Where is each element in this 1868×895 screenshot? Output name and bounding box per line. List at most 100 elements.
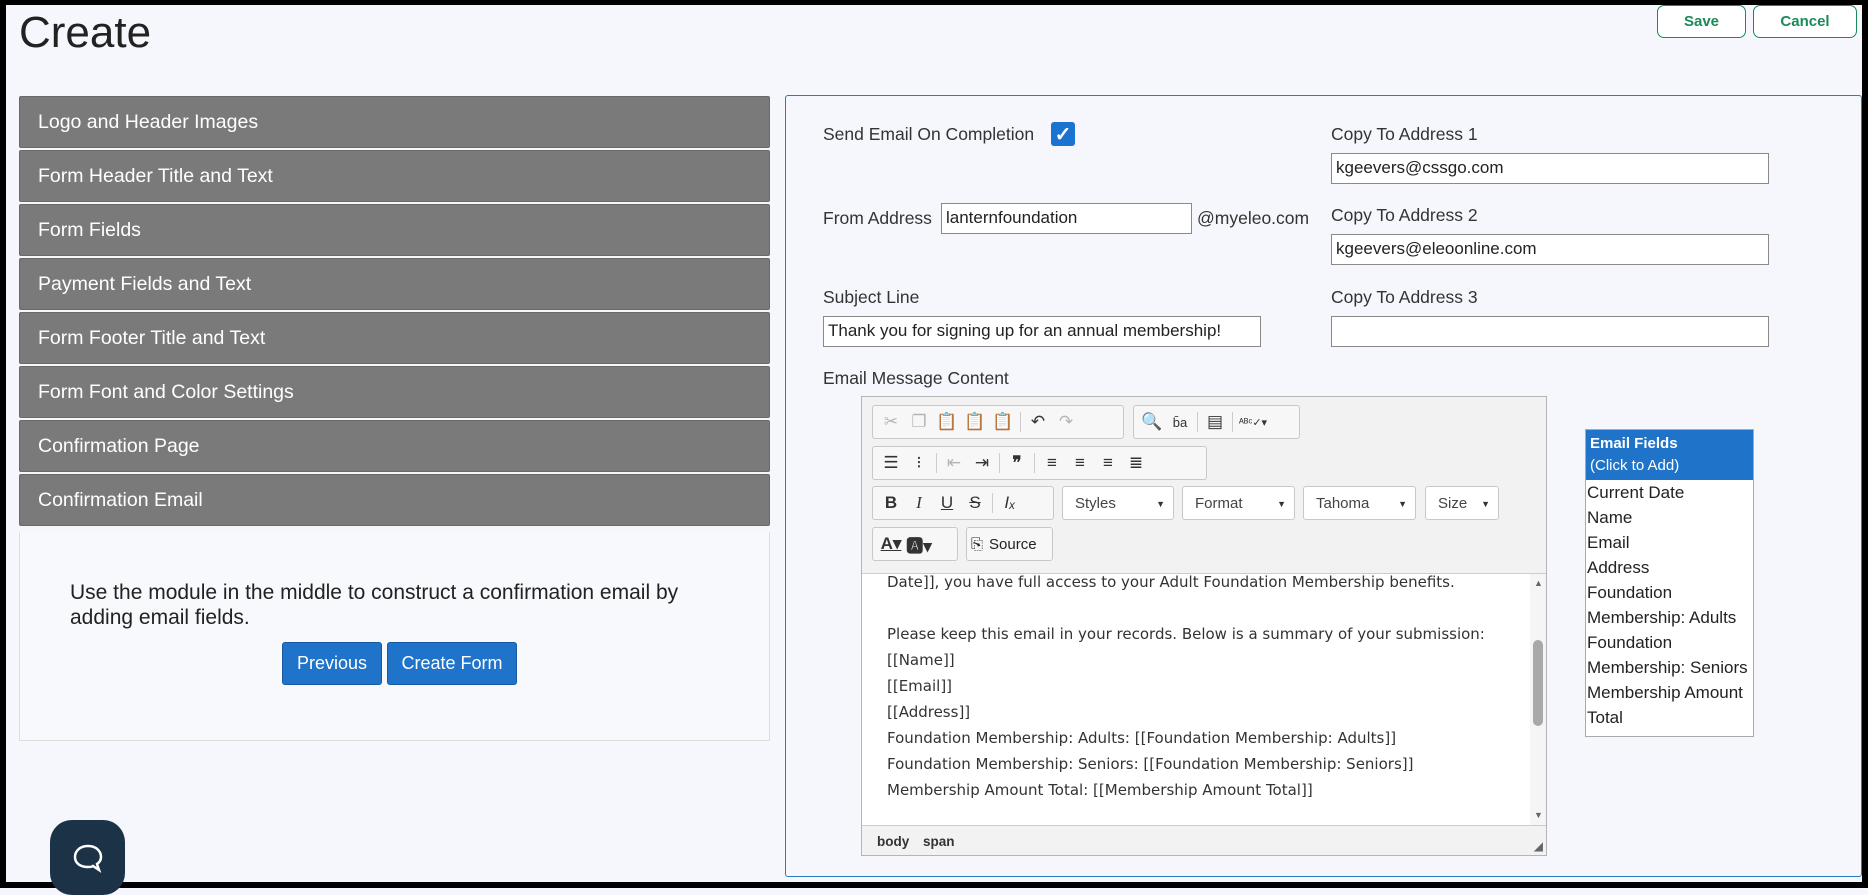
chevron-down-icon: ▼ bbox=[1398, 499, 1407, 509]
undo-icon[interactable]: ↶ bbox=[1024, 408, 1052, 436]
accordion-logo-header-images[interactable]: Logo and Header Images bbox=[19, 96, 770, 148]
email-field-name[interactable]: Name bbox=[1586, 505, 1753, 530]
blockquote-icon[interactable]: ❞ bbox=[1003, 449, 1031, 477]
toolbar-separator bbox=[999, 453, 1000, 473]
chevron-down-icon: ▼ bbox=[1481, 499, 1490, 509]
toolbar-separator bbox=[1232, 412, 1233, 432]
strikethrough-icon[interactable]: S bbox=[961, 489, 989, 517]
send-email-checkbox[interactable]: ✓ bbox=[1051, 122, 1075, 146]
bold-icon[interactable]: B bbox=[877, 489, 905, 517]
editor-line: Please keep this email in your records. … bbox=[887, 625, 1485, 643]
email-fields-list: Email Fields (Click to Add) Current Date… bbox=[1585, 429, 1754, 737]
colors-toolbar: A▾ 🅰▾ bbox=[872, 527, 958, 561]
email-field-foundation-seniors[interactable]: Membership: Seniors bbox=[1586, 655, 1753, 680]
accordion-payment-fields[interactable]: Payment Fields and Text bbox=[19, 258, 770, 310]
copy-address-3-input[interactable] bbox=[1331, 316, 1769, 347]
subject-line-input[interactable]: Thank you for signing up for an annual m… bbox=[823, 316, 1261, 347]
remove-format-icon[interactable]: Iₓ bbox=[996, 489, 1024, 517]
increase-indent-icon[interactable]: ⇥ bbox=[968, 449, 996, 477]
toolbar-separator bbox=[992, 493, 993, 513]
email-field-foundation-seniors[interactable]: Foundation bbox=[1586, 630, 1753, 655]
editor-scrollbar[interactable]: ▲ ▼ bbox=[1530, 574, 1546, 825]
redo-icon[interactable]: ↷ bbox=[1052, 408, 1080, 436]
accordion-confirmation-page[interactable]: Confirmation Page bbox=[19, 420, 770, 472]
paste-icon[interactable]: 📋 bbox=[933, 408, 961, 436]
justify-icon[interactable]: ≣ bbox=[1122, 449, 1150, 477]
from-address-label: From Address bbox=[823, 208, 932, 228]
from-address-input[interactable]: lanternfoundation bbox=[941, 203, 1192, 234]
replace-icon[interactable]: b̄a bbox=[1166, 408, 1194, 436]
send-email-label: Send Email On Completion bbox=[823, 124, 1035, 144]
toolbar-separator bbox=[1020, 412, 1021, 432]
styles-dropdown[interactable]: Styles ▼ bbox=[1062, 486, 1174, 520]
resize-handle-icon[interactable]: ◢ bbox=[1534, 839, 1543, 853]
size-dropdown[interactable]: Size ▼ bbox=[1425, 486, 1499, 520]
align-center-icon[interactable]: ≡ bbox=[1066, 449, 1094, 477]
email-fields-header: Email Fields (Click to Add) bbox=[1586, 430, 1753, 480]
email-fields-subtitle: (Click to Add) bbox=[1590, 457, 1680, 474]
paste-word-icon[interactable]: 📋 bbox=[989, 408, 1017, 436]
chevron-down-icon: ▼ bbox=[1156, 499, 1165, 509]
email-field-membership-total[interactable]: Membership Amount bbox=[1586, 680, 1753, 705]
email-field-membership-total[interactable]: Total bbox=[1586, 705, 1753, 730]
editor-line: Membership Amount Total: [[Membership Am… bbox=[887, 781, 1313, 799]
copy-address-3-label: Copy To Address 3 bbox=[1331, 287, 1478, 307]
path-body[interactable]: body bbox=[877, 834, 909, 849]
editor-line: [[Name]] bbox=[887, 651, 955, 669]
accordion-confirmation-email[interactable]: Confirmation Email bbox=[19, 474, 770, 526]
create-form-button[interactable]: Create Form bbox=[387, 642, 517, 685]
accordion-form-footer[interactable]: Form Footer Title and Text bbox=[19, 312, 770, 364]
accordion-font-color[interactable]: Form Font and Color Settings bbox=[19, 366, 770, 418]
previous-button[interactable]: Previous bbox=[282, 642, 382, 685]
editing-toolbar: 🔍 b̄a ▤ ᴬᴮᶜ✓▾ bbox=[1133, 405, 1300, 439]
chevron-down-icon: ▼ bbox=[1277, 499, 1286, 509]
basic-styles-toolbar: B I U S Iₓ bbox=[872, 486, 1054, 520]
text-color-icon[interactable]: A▾ bbox=[877, 530, 905, 558]
email-field-email[interactable]: Email bbox=[1586, 530, 1753, 555]
copy-address-1-input[interactable]: kgeevers@cssgo.com bbox=[1331, 153, 1769, 184]
email-field-foundation-adults[interactable]: Membership: Adults bbox=[1586, 605, 1753, 630]
underline-icon[interactable]: U bbox=[933, 489, 961, 517]
accordion-form-header[interactable]: Form Header Title and Text bbox=[19, 150, 770, 202]
paste-text-icon[interactable]: 📋 bbox=[961, 408, 989, 436]
copy-icon[interactable]: ❐ bbox=[905, 408, 933, 436]
editor-line: Date]], you have full access to your Adu… bbox=[887, 573, 1455, 591]
decrease-indent-icon[interactable]: ⇤ bbox=[940, 449, 968, 477]
format-dropdown[interactable]: Format ▼ bbox=[1182, 486, 1295, 520]
font-dropdown[interactable]: Tahoma ▼ bbox=[1303, 486, 1416, 520]
rich-text-editor: ✂ ❐ 📋 📋 📋 ↶ ↷ 🔍 b̄a ▤ ᴬᴮᶜ✓▾ ☰ ⁝ ⇤ ⇥ ❞ ≡ … bbox=[861, 396, 1547, 856]
background-color-icon[interactable]: 🅰▾ bbox=[905, 530, 933, 558]
editor-content-area[interactable]: Date]], you have full access to your Adu… bbox=[862, 573, 1546, 826]
find-icon[interactable]: 🔍 bbox=[1138, 408, 1166, 436]
italic-icon[interactable]: I bbox=[905, 489, 933, 517]
select-all-icon[interactable]: ▤ bbox=[1201, 408, 1229, 436]
email-fields-title: Email Fields bbox=[1590, 435, 1678, 452]
spellcheck-icon[interactable]: ᴬᴮᶜ✓▾ bbox=[1236, 408, 1270, 436]
copy-address-1-label: Copy To Address 1 bbox=[1331, 124, 1478, 144]
source-label: Source bbox=[989, 535, 1037, 553]
font-dropdown-label: Tahoma bbox=[1316, 494, 1370, 512]
cancel-button[interactable]: Cancel bbox=[1753, 5, 1857, 38]
path-span[interactable]: span bbox=[923, 834, 955, 849]
bulleted-list-icon[interactable]: ⁝ bbox=[905, 449, 933, 477]
confirmation-email-panel: Use the module in the middle to construc… bbox=[19, 532, 770, 741]
element-path: body span bbox=[877, 834, 955, 849]
cut-icon[interactable]: ✂ bbox=[877, 408, 905, 436]
email-field-foundation-adults[interactable]: Foundation bbox=[1586, 580, 1753, 605]
editor-line: Foundation Membership: Seniors: [[Founda… bbox=[887, 755, 1414, 773]
align-left-icon[interactable]: ≡ bbox=[1038, 449, 1066, 477]
chat-launcher-button[interactable] bbox=[50, 820, 125, 895]
email-content-label: Email Message Content bbox=[823, 368, 1009, 388]
from-domain-label: @myeleo.com bbox=[1197, 208, 1310, 228]
scroll-down-icon[interactable]: ▼ bbox=[1534, 810, 1543, 820]
email-field-address[interactable]: Address bbox=[1586, 555, 1753, 580]
align-right-icon[interactable]: ≡ bbox=[1094, 449, 1122, 477]
copy-address-2-input[interactable]: kgeevers@eleoonline.com bbox=[1331, 234, 1769, 265]
save-button[interactable]: Save bbox=[1657, 5, 1746, 38]
numbered-list-icon[interactable]: ☰ bbox=[877, 449, 905, 477]
source-button[interactable]: ⎘ Source bbox=[966, 527, 1053, 561]
scrollbar-thumb[interactable] bbox=[1533, 640, 1543, 726]
email-field-current-date[interactable]: Current Date bbox=[1586, 480, 1753, 505]
accordion-form-fields[interactable]: Form Fields bbox=[19, 204, 770, 256]
scroll-up-icon[interactable]: ▲ bbox=[1534, 578, 1543, 588]
